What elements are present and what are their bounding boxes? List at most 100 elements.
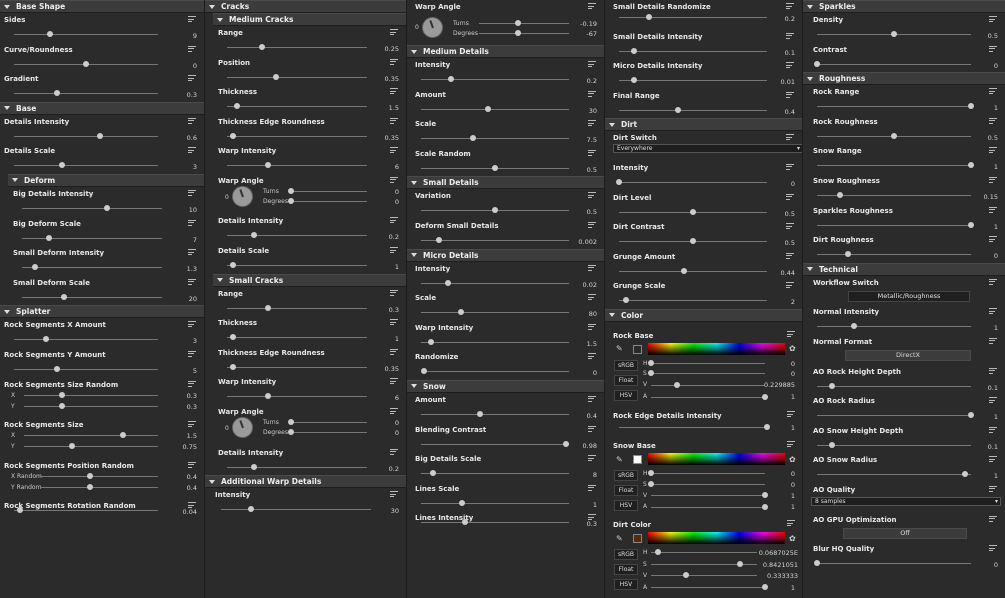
slider-knob[interactable] [459,499,466,506]
slider-knob[interactable] [42,336,49,343]
menu-icon[interactable] [786,193,794,200]
menu-icon[interactable] [787,520,795,526]
slider-track[interactable] [227,44,367,50]
slider-knob[interactable] [233,103,240,110]
slider-track[interactable] [817,221,974,228]
section-medium-cracks[interactable]: Medium Cracks [213,13,406,26]
slider-track[interactable] [421,135,569,142]
menu-icon[interactable] [390,408,398,415]
workflow-switch-button[interactable]: Metallic/Roughness [848,290,970,302]
slider-knob[interactable] [86,472,93,479]
menu-icon[interactable] [588,323,596,330]
section-snow[interactable]: Snow [407,379,604,393]
float-mode-button[interactable]: Float [614,485,638,496]
slider-knob[interactable] [288,419,294,426]
section-small-details[interactable]: Small Details [407,176,604,190]
slider-knob[interactable] [681,267,688,274]
menu-icon[interactable] [588,3,596,9]
slider-knob[interactable] [891,31,897,37]
slider-track[interactable] [14,90,158,97]
slider-track[interactable] [40,483,158,490]
menu-icon[interactable] [588,264,596,271]
palette-icon[interactable]: ✿ [789,344,796,353]
slider-track[interactable] [817,251,971,258]
menu-icon[interactable] [786,62,794,69]
slider-track[interactable] [479,30,569,36]
slider-track[interactable] [817,382,971,389]
slider-knob[interactable] [16,507,23,514]
slider-knob[interactable] [837,191,844,198]
menu-icon[interactable] [588,395,596,402]
menu-icon[interactable] [989,176,997,183]
slider-track[interactable] [227,132,367,139]
slider-track[interactable] [421,309,569,316]
slider-track[interactable] [817,412,974,419]
menu-icon[interactable] [786,282,794,289]
slider-track[interactable] [24,402,158,409]
slider-knob[interactable] [648,481,654,487]
menu-icon[interactable] [989,337,997,344]
menu-icon[interactable] [989,485,997,492]
menu-icon[interactable] [989,278,997,285]
slider-track[interactable] [14,162,158,169]
menu-icon[interactable] [786,134,794,141]
section-deform[interactable]: Deform [8,173,204,187]
slider-track[interactable] [814,560,971,567]
slider-knob[interactable] [492,207,498,214]
slider-track[interactable] [651,584,768,590]
slider-knob[interactable] [428,338,435,345]
menu-icon[interactable] [390,58,398,65]
slider-knob[interactable] [457,309,464,316]
slider-knob[interactable] [420,368,427,375]
slider-track[interactable] [817,323,971,330]
slider-knob[interactable] [264,393,271,400]
angle-dial[interactable] [232,417,253,439]
slider-track[interactable] [619,14,767,20]
menu-icon[interactable] [989,16,997,22]
slider-knob[interactable] [250,463,257,470]
slider-knob[interactable] [264,304,271,311]
slider-track[interactable] [22,293,162,300]
menu-icon[interactable] [989,308,997,315]
slider-knob[interactable] [248,506,254,513]
slider-knob[interactable] [563,440,570,447]
menu-icon[interactable] [787,411,795,417]
slider-knob[interactable] [477,410,484,417]
menu-icon[interactable] [188,321,196,328]
ao-quality-dropdown[interactable]: 8 samples ▾ [811,496,1001,506]
color-gradient[interactable] [648,453,785,465]
slider-track[interactable] [619,238,767,245]
menu-icon[interactable] [786,163,794,170]
slider-track[interactable] [616,178,767,185]
slider-knob[interactable] [814,560,820,567]
slider-track[interactable] [421,105,569,112]
slider-knob[interactable] [264,162,271,169]
slider-knob[interactable] [120,432,127,439]
slider-track[interactable] [651,572,757,578]
slider-knob[interactable] [31,264,38,271]
menu-icon[interactable] [390,117,398,124]
slider-track[interactable] [14,365,158,372]
slider-knob[interactable] [273,73,279,80]
slider-track[interactable] [421,207,569,214]
slider-track[interactable] [40,472,158,479]
palette-icon[interactable]: ✿ [789,534,796,543]
slider-track[interactable] [619,106,767,113]
slider-knob[interactable] [288,197,294,204]
slider-knob[interactable] [83,60,89,67]
slider-track[interactable] [648,481,765,487]
slider-track[interactable] [421,279,569,286]
menu-icon[interactable] [989,545,997,552]
slider-track[interactable] [421,236,569,243]
menu-icon[interactable] [188,45,196,52]
slider-knob[interactable] [961,471,968,478]
slider-knob[interactable] [630,77,637,84]
menu-icon[interactable] [786,32,794,39]
slider-track[interactable] [14,60,158,67]
eyedropper-icon[interactable]: ✎ [616,534,623,543]
slider-knob[interactable] [762,504,768,510]
menu-icon[interactable] [989,367,997,374]
slider-knob[interactable] [58,162,65,169]
menu-icon[interactable] [989,426,997,433]
menu-icon[interactable] [989,206,997,213]
